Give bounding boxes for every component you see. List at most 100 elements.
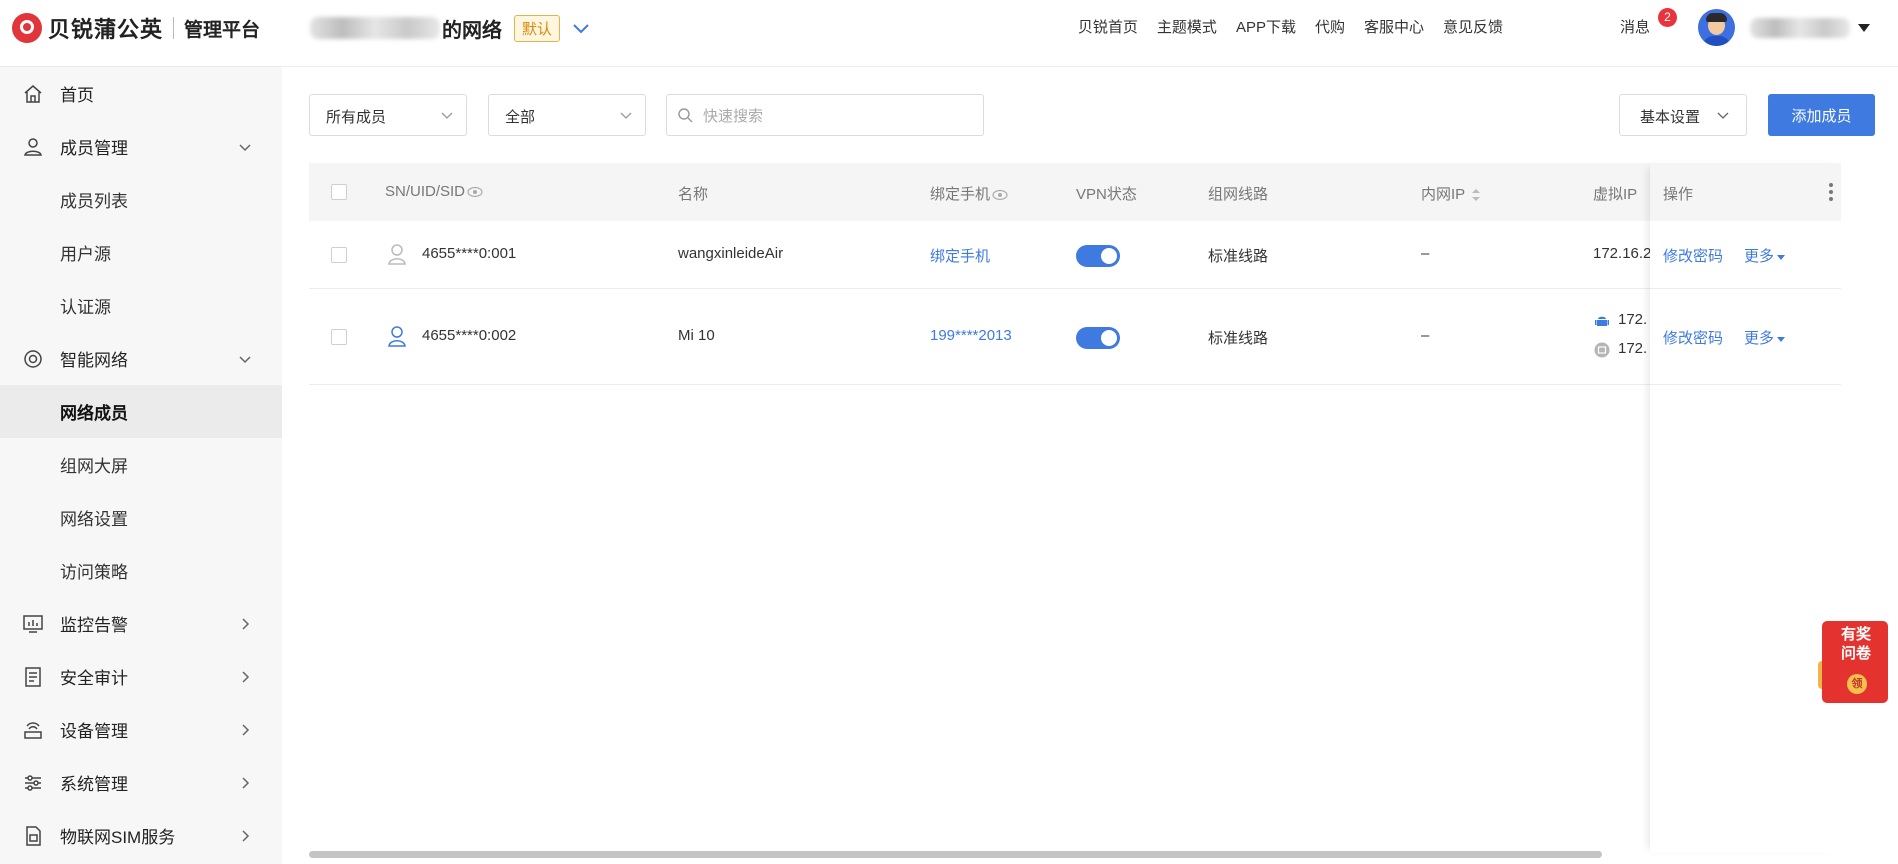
vpn-toggle[interactable]	[1076, 327, 1120, 349]
avatar-body	[1702, 36, 1731, 46]
survey-line-2: 问卷	[1840, 645, 1871, 662]
sidebar-item-label: 设备管理	[60, 722, 128, 741]
row-lan-ip: –	[1421, 245, 1430, 262]
sidebar-item-access-policy[interactable]: 访问策略	[0, 544, 282, 597]
network-title: 的网络	[442, 19, 502, 42]
sidebar-item-label: 智能网络	[60, 351, 128, 370]
chevron-right-icon	[242, 724, 250, 736]
column-header-sn-label: SN/UID/SID	[385, 183, 466, 200]
edit-password-link[interactable]: 修改密码	[1663, 327, 1723, 348]
messages-link[interactable]: 消息	[1620, 16, 1650, 37]
sidebar-item-label: 监控告警	[60, 616, 128, 635]
edit-password-link[interactable]: 修改密码	[1663, 245, 1723, 266]
status-select[interactable]: 全部	[488, 94, 646, 136]
android-icon	[1595, 316, 1609, 326]
row-virtual-ip-primary: 172.	[1618, 311, 1648, 328]
network-switcher[interactable]: 的网络 默认	[310, 12, 592, 44]
row-sn: 4655****0:001	[422, 245, 517, 262]
select-all-checkbox[interactable]	[331, 184, 347, 200]
column-header-virtual-ip: 虚拟IP	[1593, 186, 1638, 203]
horizontal-scrollbar[interactable]	[309, 851, 1602, 858]
sidebar-item-monitoring[interactable]: 监控告警	[0, 597, 282, 650]
sidebar-item-system-management[interactable]: 系统管理	[0, 756, 282, 809]
row-sn: 4655****0:002	[422, 327, 517, 344]
username-redacted	[1750, 18, 1850, 38]
sidebar-item-label: 访问策略	[60, 563, 128, 582]
sidebar-item-device-management[interactable]: 设备管理	[0, 703, 282, 756]
top-link-support[interactable]: 客服中心	[1364, 16, 1424, 37]
more-actions-link[interactable]: 更多	[1744, 327, 1786, 348]
operations-header: 操作	[1650, 163, 1841, 221]
eye-icon[interactable]	[467, 186, 483, 198]
brand-logo[interactable]: 贝锐蒲公英 管理平台	[12, 13, 260, 43]
bind-phone-link[interactable]: 绑定手机	[930, 245, 990, 266]
sidebar-item-home[interactable]: 首页	[0, 67, 282, 120]
sidebar-item-member-list[interactable]: 成员列表	[0, 173, 282, 226]
top-link-purchase[interactable]: 代购	[1315, 16, 1345, 37]
sidebar-item-member-management[interactable]: 成员管理	[0, 120, 282, 173]
column-header-lan-ip[interactable]: 内网IP	[1421, 183, 1481, 204]
top-link-app-download[interactable]: APP下载	[1236, 16, 1296, 37]
eye-icon[interactable]	[992, 189, 1008, 201]
column-header-phone-label: 绑定手机	[930, 186, 991, 203]
user-menu-caret-icon[interactable]	[1858, 24, 1870, 32]
survey-coin: 领	[1847, 674, 1867, 694]
sidebar-item-iot-sim[interactable]: 物联网SIM服务	[0, 809, 282, 862]
top-link-feedback[interactable]: 意见反馈	[1443, 16, 1503, 37]
sidebar-item-network-dashboard[interactable]: 组网大屏	[0, 438, 282, 491]
add-member-button[interactable]: 添加成员	[1768, 94, 1875, 136]
sidebar-item-label: 物联网SIM服务	[60, 828, 176, 847]
survey-text: 有奖 问卷	[1832, 625, 1880, 663]
row-phone[interactable]: 199****2013	[930, 327, 1012, 344]
row-divider	[1650, 384, 1841, 385]
table-row: 4655****0:001 wangxinleideAir 绑定手机 标准线路 …	[309, 221, 1841, 289]
row-checkbox[interactable]	[331, 247, 347, 263]
chevron-right-icon	[242, 830, 250, 842]
vpn-toggle[interactable]	[1076, 245, 1120, 267]
sidebar-item-label: 成员管理	[60, 139, 128, 158]
caret-down-icon	[1777, 254, 1786, 260]
caret-down-icon	[1777, 336, 1786, 342]
avatar[interactable]	[1698, 9, 1735, 46]
row-route: 标准线路	[1208, 248, 1269, 265]
user-online-icon	[388, 326, 406, 347]
top-nav: 贝锐首页 主题模式 APP下载 代购 客服中心 意见反馈	[1059, 16, 1503, 37]
sidebar-item-label: 网络成员	[60, 404, 128, 423]
settings-sliders-icon	[25, 775, 41, 791]
network-name-redacted	[310, 17, 440, 39]
sidebar-item-auth-source[interactable]: 认证源	[0, 279, 282, 332]
status-select-value: 全部	[505, 109, 536, 126]
basic-settings-button[interactable]: 基本设置	[1619, 94, 1747, 136]
logo-mark-icon	[12, 13, 42, 43]
sidebar: 首页 成员管理 成员列表 用户源 认证源 智能网络 网络成员 组网大屏 网络设置…	[0, 67, 282, 864]
sidebar-item-user-source[interactable]: 用户源	[0, 226, 282, 279]
top-link-theme[interactable]: 主题模式	[1157, 16, 1217, 37]
sidebar-item-label: 认证源	[60, 298, 111, 317]
messages-count-badge: 2	[1658, 8, 1677, 27]
column-header-lan-ip-label: 内网IP	[1421, 186, 1466, 203]
sidebar-item-security-audit[interactable]: 安全审计	[0, 650, 282, 703]
chevron-down-icon[interactable]	[570, 17, 592, 39]
user-offline-icon	[388, 244, 406, 265]
row-route: 标准线路	[1208, 330, 1269, 347]
basic-settings-label: 基本设置	[1640, 109, 1701, 126]
search-input[interactable]	[701, 103, 975, 129]
top-link-home[interactable]: 贝锐首页	[1078, 16, 1138, 37]
survey-widget[interactable]: 有奖 问卷 领	[1818, 617, 1890, 705]
row-checkbox[interactable]	[331, 329, 347, 345]
sidebar-item-network-members[interactable]: 网络成员	[0, 385, 282, 438]
column-settings-kebab-icon[interactable]	[1828, 181, 1834, 203]
table-row: 4655****0:002 Mi 10 199****2013 标准线路 – 1…	[309, 289, 1841, 385]
column-header-phone: 绑定手机	[930, 183, 1008, 204]
row-virtual-ip: 172.16.2	[1593, 245, 1652, 262]
sidebar-item-network-settings[interactable]: 网络设置	[0, 491, 282, 544]
sort-icon[interactable]	[1471, 188, 1481, 202]
sidebar-item-label: 首页	[60, 86, 94, 105]
row-name: wangxinleideAir	[678, 245, 784, 262]
sidebar-item-smart-network[interactable]: 智能网络	[0, 332, 282, 385]
more-actions-link[interactable]: 更多	[1744, 245, 1786, 266]
column-header-vpn: VPN状态	[1076, 186, 1137, 203]
sidebar-item-label: 系统管理	[60, 775, 128, 794]
audit-icon	[25, 667, 41, 687]
member-type-select[interactable]: 所有成员	[309, 94, 467, 136]
